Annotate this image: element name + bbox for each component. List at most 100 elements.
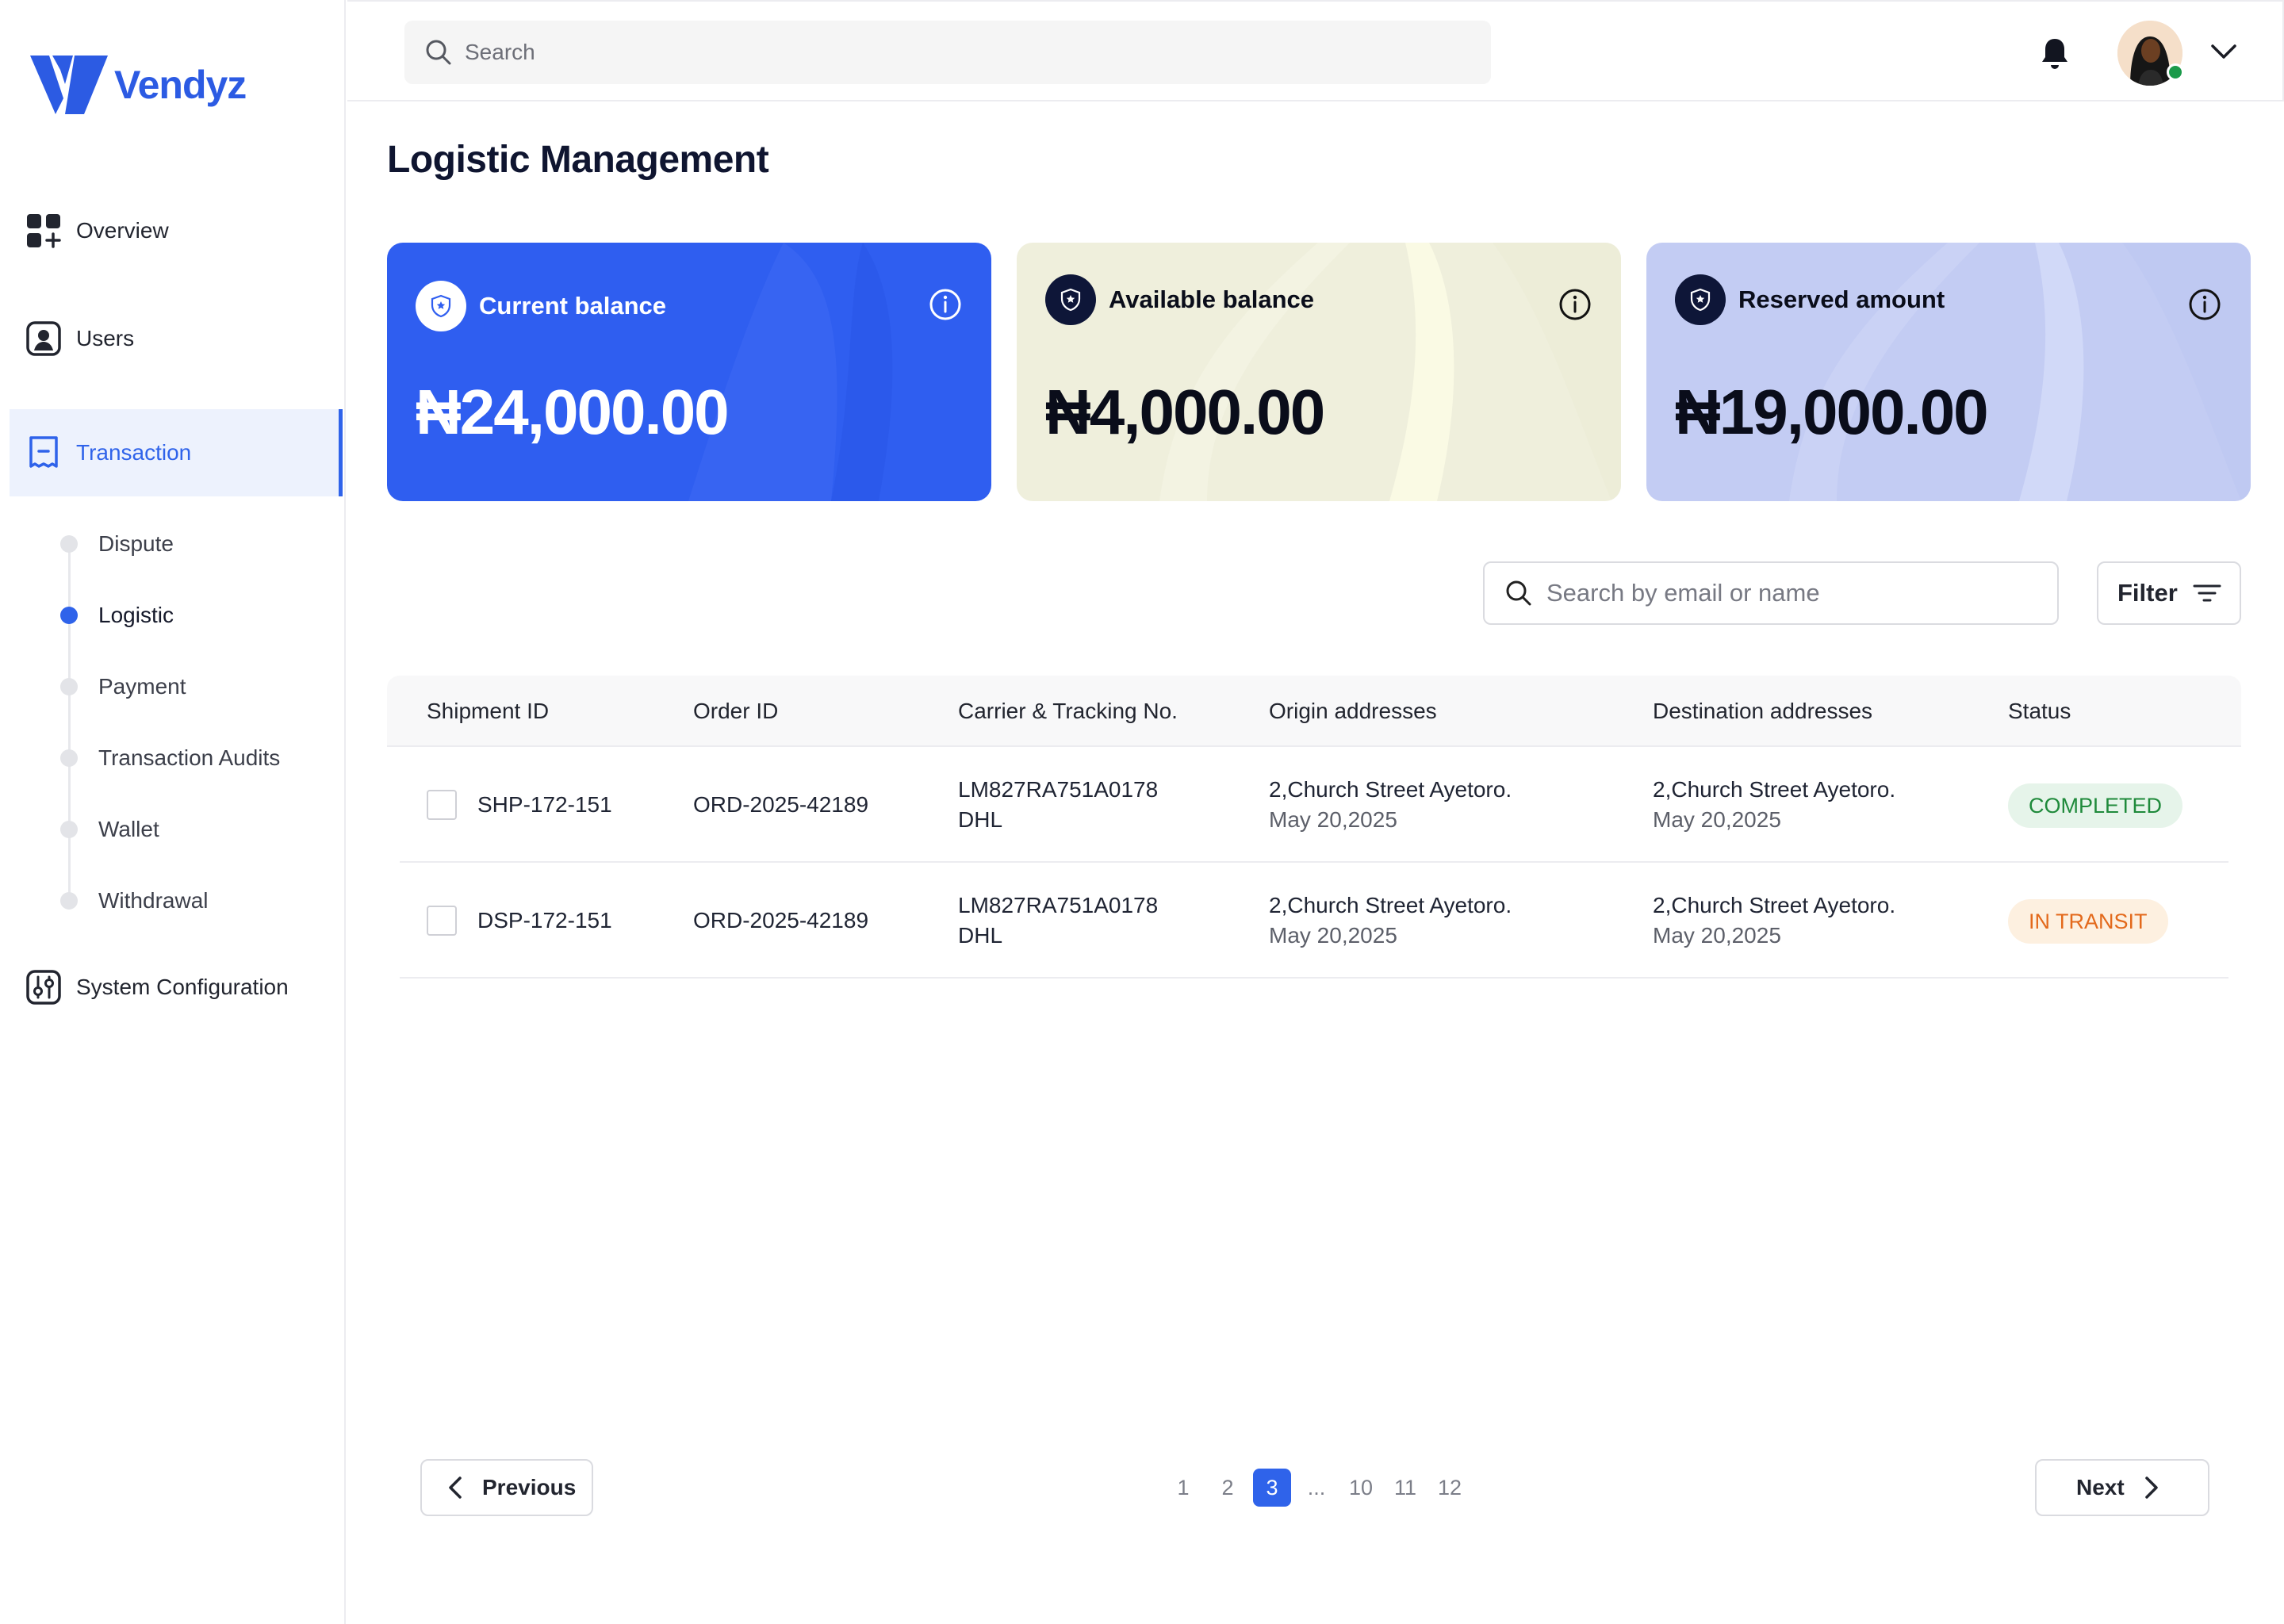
page-number[interactable]: 10 <box>1342 1469 1380 1507</box>
column-header-status[interactable]: Status <box>2008 676 2071 747</box>
next-label: Next <box>2076 1475 2125 1500</box>
card-label: Available balance <box>1109 285 1315 313</box>
page-number[interactable]: 12 <box>1431 1469 1469 1507</box>
shipment-id-cell: SHP-172-151 <box>477 747 612 863</box>
card-amount: ₦24,000.00 <box>416 377 730 447</box>
sidebar-item-label: Overview <box>76 218 169 243</box>
online-status-dot <box>2167 63 2184 81</box>
submenu-item-transaction-audits[interactable]: Transaction Audits <box>60 734 330 782</box>
column-header-order-id[interactable]: Order ID <box>693 676 778 747</box>
page-number[interactable]: 2 <box>1209 1469 1247 1507</box>
page-ellipsis: ... <box>1307 1475 1326 1500</box>
page-number-current[interactable]: 3 <box>1253 1469 1291 1507</box>
sidebar-item-users[interactable]: Users <box>10 295 339 382</box>
carrier-name: DHL <box>958 923 1003 948</box>
submenu-label: Logistic <box>98 603 174 627</box>
card-icon-wrap <box>1675 274 1726 325</box>
chevron-down-icon[interactable] <box>2208 40 2240 63</box>
table-row[interactable]: DSP-172-151 ORD-2025-42189 LM827RA751A01… <box>387 863 2241 979</box>
column-header-destination[interactable]: Destination addresses <box>1653 676 1872 747</box>
sidebar-item-label: Users <box>76 326 135 350</box>
column-header-carrier[interactable]: Carrier & Tracking No. <box>958 676 1178 747</box>
user-icon <box>26 321 61 356</box>
shield-icon <box>431 294 451 318</box>
carrier-cell: LM827RA751A0178 DHL <box>958 863 1158 979</box>
sliders-icon <box>26 970 61 1005</box>
info-icon[interactable] <box>2187 287 2222 322</box>
vendyz-logo-icon <box>30 56 108 114</box>
table-search[interactable] <box>1483 561 2059 625</box>
shield-icon <box>1060 288 1081 312</box>
row-checkbox[interactable] <box>427 906 457 936</box>
submenu-dot <box>60 607 78 624</box>
page-number[interactable]: 11 <box>1386 1469 1424 1507</box>
column-header-origin[interactable]: Origin addresses <box>1269 676 1437 747</box>
submenu-dot <box>60 821 78 838</box>
status-badge: COMPLETED <box>2008 783 2183 828</box>
info-icon[interactable] <box>1558 287 1592 322</box>
sidebar-item-overview[interactable]: Overview <box>10 187 339 274</box>
submenu-label: Withdrawal <box>98 888 209 913</box>
submenu-item-wallet[interactable]: Wallet <box>60 806 330 853</box>
search-icon <box>1506 580 1531 606</box>
brand-name: Vendyz <box>114 63 247 107</box>
brand-logo[interactable]: Vendyz <box>29 52 247 117</box>
row-checkbox[interactable] <box>427 790 457 820</box>
card-amount: ₦4,000.00 <box>1045 377 1325 447</box>
previous-label: Previous <box>482 1475 577 1500</box>
sidebar-item-transaction[interactable]: Transaction <box>10 409 343 496</box>
chevron-left-icon <box>449 1477 462 1499</box>
submenu-item-logistic[interactable]: Logistic <box>60 592 330 639</box>
global-search-input[interactable] <box>465 40 1416 65</box>
order-id: ORD-2025-42189 <box>693 792 869 817</box>
sidebar-item-label: System Configuration <box>76 975 289 999</box>
card-label: Reserved amount <box>1738 285 1945 313</box>
destination-date: May 20,2025 <box>1653 807 1781 832</box>
page-title: Logistic Management <box>387 139 769 181</box>
shipment-id: SHP-172-151 <box>477 792 612 817</box>
shipment-id: DSP-172-151 <box>477 908 612 933</box>
table-row[interactable]: SHP-172-151 ORD-2025-42189 LM827RA751A01… <box>387 747 2241 863</box>
card-header: Available balance <box>1045 274 1314 325</box>
order-id: ORD-2025-42189 <box>693 908 869 933</box>
table-header: Shipment ID Order ID Carrier & Tracking … <box>387 676 2241 747</box>
info-icon[interactable] <box>928 287 963 322</box>
available-balance-card: Available balance ₦4,000.00 <box>1017 243 1621 501</box>
receipt-icon <box>29 436 58 468</box>
order-id-cell: ORD-2025-42189 <box>693 863 868 979</box>
status-badge: IN TRANSIT <box>2008 899 2168 944</box>
top-bar <box>347 0 2284 102</box>
filter-label: Filter <box>2117 579 2178 607</box>
page-number[interactable]: 1 <box>1164 1469 1202 1507</box>
origin-date: May 20,2025 <box>1269 923 1397 948</box>
current-balance-card: Current balance ₦24,000.00 <box>387 243 991 501</box>
previous-button[interactable]: Previous <box>420 1459 593 1516</box>
carrier-name: DHL <box>958 807 1003 832</box>
submenu-label: Wallet <box>98 817 159 841</box>
card-header: Reserved amount <box>1675 274 1945 325</box>
sidebar-item-system-configuration[interactable]: System Configuration <box>10 944 339 1031</box>
submenu-item-payment[interactable]: Payment <box>60 663 330 710</box>
tracking-number: LM827RA751A0178 <box>958 893 1159 917</box>
card-label: Current balance <box>479 292 667 320</box>
submenu-item-dispute[interactable]: Dispute <box>60 520 330 568</box>
filter-icon <box>2193 584 2221 602</box>
filter-button[interactable]: Filter <box>2097 561 2241 625</box>
submenu-dot <box>60 749 78 767</box>
destination-address: 2,Church Street Ayetoro. <box>1653 893 1896 917</box>
origin-date: May 20,2025 <box>1269 807 1397 832</box>
column-header-shipment-id[interactable]: Shipment ID <box>427 676 549 747</box>
global-search[interactable] <box>404 21 1491 84</box>
tracking-number: LM827RA751A0178 <box>958 777 1159 802</box>
shipment-id-cell: DSP-172-151 <box>477 863 612 979</box>
submenu-item-withdrawal[interactable]: Withdrawal <box>60 877 330 925</box>
carrier-cell: LM827RA751A0178 DHL <box>958 747 1158 863</box>
next-button[interactable]: Next <box>2035 1459 2209 1516</box>
table-search-input[interactable] <box>1546 579 2022 607</box>
bell-icon[interactable] <box>2037 35 2073 71</box>
card-icon-wrap <box>1045 274 1096 325</box>
submenu-dot <box>60 892 78 910</box>
submenu-label: Transaction Audits <box>98 745 281 770</box>
destination-cell: 2,Church Street Ayetoro. May 20,2025 <box>1653 747 1895 863</box>
origin-cell: 2,Church Street Ayetoro. May 20,2025 <box>1269 747 1512 863</box>
